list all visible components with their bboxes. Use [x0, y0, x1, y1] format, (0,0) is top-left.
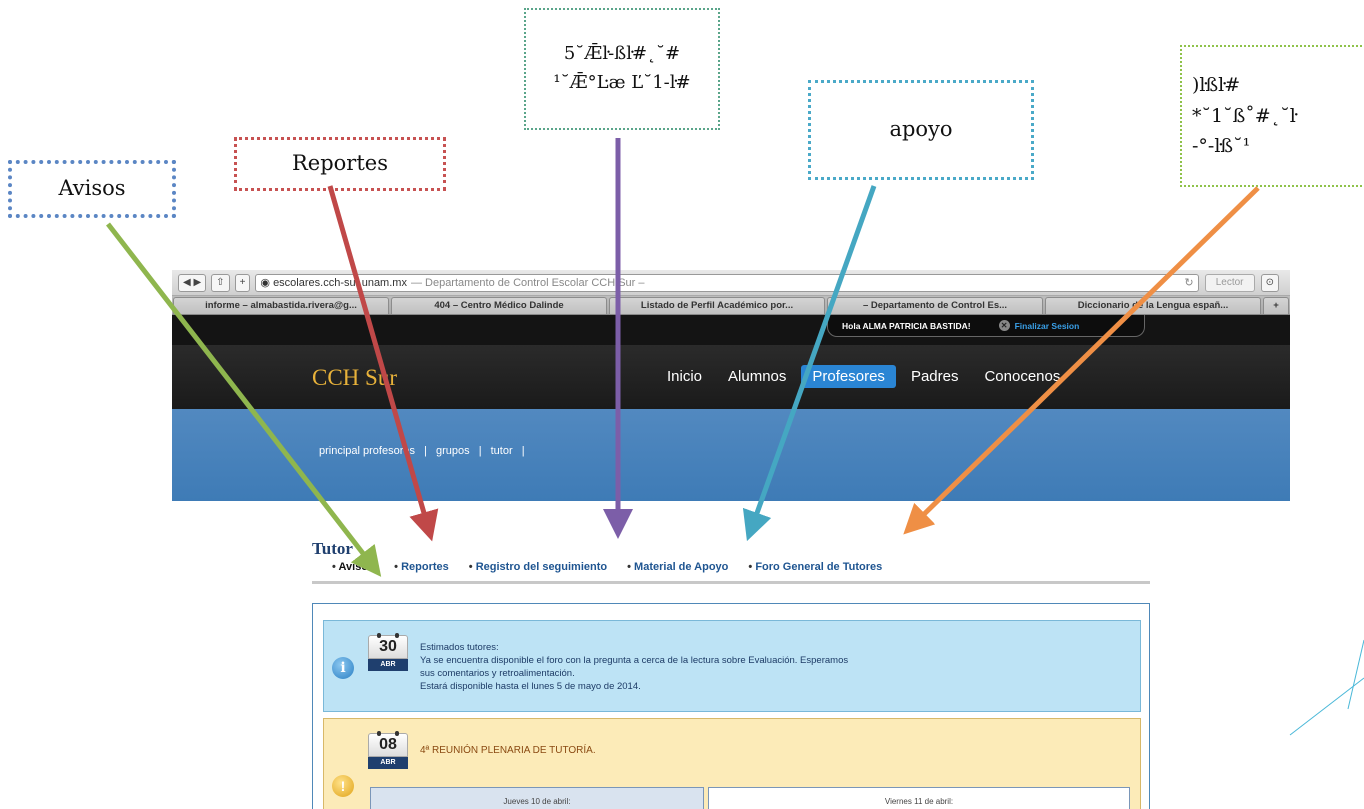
callout-text: 5˘Ǣŀ-ßŀ#˛˘# — [563, 43, 681, 65]
session-strip: Hola ALMA PATRICIA BASTIDA! ✕ Finalizar … — [172, 315, 1290, 345]
main-menu: Inicio Alumnos Profesores Padres Conocen… — [656, 365, 1075, 388]
browser-tab[interactable]: informe – almabastida.rivera@g... — [173, 297, 389, 314]
site-logo[interactable]: CCH Sur — [312, 365, 397, 391]
decorative-line — [1347, 639, 1364, 710]
calendar-day: 30 — [368, 633, 408, 659]
session-panel: Hola ALMA PATRICIA BASTIDA! ✕ Finalizar … — [827, 315, 1145, 337]
menu-item-padres[interactable]: Padres — [900, 365, 970, 388]
browser-tab[interactable]: 404 – Centro Médico Dalinde — [391, 297, 607, 314]
notice-line: Estimados tutores: — [420, 642, 499, 653]
thursday-box: Jueves 10 de abril: — [370, 787, 704, 809]
back-forward-buttons[interactable]: ◀ ▶ — [178, 273, 207, 292]
new-tab-icon[interactable]: + — [1263, 297, 1289, 314]
callout-foro: )ŀßŀ# *˘1˘ß˚#˛˘ŀ -°-ŀß˘¹ — [1180, 45, 1364, 187]
callout-registro: 5˘Ǣŀ-ßŀ#˛˘# ¹˘Ǣ°Ŀæ Ľ˘1-ŀ# — [524, 8, 720, 130]
decorative-line — [1289, 677, 1364, 736]
calendar-icon: 30 ABR — [368, 633, 408, 673]
browser-tab[interactable]: Listado de Perfil Académico por... — [609, 297, 825, 314]
notice-title: 4ª REUNIÓN PLENARIA DE TUTORÍA. — [420, 745, 596, 756]
close-icon[interactable]: ✕ — [998, 320, 1010, 331]
notice-line: Ya se encuentra disponible el foro con l… — [420, 655, 849, 666]
url-bar[interactable]: ◉ escolares.cch-sur.unam.mx — Departamen… — [255, 273, 1199, 292]
notice-line: Estará disponible hasta el lunes 5 de ma… — [420, 681, 641, 692]
tutor-tabs: Avisos Reportes Registro del seguimiento… — [312, 561, 1150, 584]
share-icon[interactable]: ⇧ — [211, 273, 230, 292]
menu-item-alumnos[interactable]: Alumnos — [717, 365, 797, 388]
callout-text: *˘1˘ß˚#˛˘ŀ — [1192, 104, 1296, 127]
menu-item-inicio[interactable]: Inicio — [656, 365, 713, 388]
tab-reportes[interactable]: Reportes — [394, 561, 449, 581]
menu-item-conocenos[interactable]: Conocenos — [973, 365, 1071, 388]
browser-window: ◀ ▶ ⇧ + ◉ escolares.cch-sur.unam.mx — De… — [172, 270, 1290, 809]
callout-reportes: Reportes — [234, 137, 446, 191]
callout-text: Avisos — [58, 176, 126, 201]
browser-tab[interactable]: – Departamento de Control Es... — [827, 297, 1043, 314]
info-icon: i — [332, 657, 354, 679]
notice-warning: 08 ABR ! 4ª REUNIÓN PLENARIA DE TUTORÍA.… — [323, 718, 1141, 809]
callout-text: apoyo — [889, 117, 953, 142]
tab-foro-tutores[interactable]: Foro General de Tutores — [748, 561, 882, 581]
add-tab-icon[interactable]: + — [234, 273, 251, 292]
browser-toolbar: ◀ ▶ ⇧ + ◉ escolares.cch-sur.unam.mx — De… — [172, 270, 1290, 296]
subnav-separator: | — [424, 445, 427, 457]
warning-icon: ! — [332, 775, 354, 797]
tab-registro-seguimiento[interactable]: Registro del seguimiento — [469, 561, 607, 581]
main-content: Tutor Avisos Reportes Registro del segui… — [172, 501, 1290, 809]
menu-item-profesores[interactable]: Profesores — [801, 365, 896, 388]
url-host: escolares.cch-sur.unam.mx — [273, 276, 407, 289]
callout-apoyo: apoyo — [808, 80, 1034, 180]
notice-info: 30 ABR i Estimados tutores: Ya se encuen… — [323, 620, 1141, 712]
browser-tab[interactable]: Diccionario de la Lengua españ... — [1045, 297, 1261, 314]
page-title: Tutor — [312, 539, 353, 558]
friday-box: Viernes 11 de abril: — [708, 787, 1130, 809]
subnav-principal-profesores[interactable]: principal profesores — [319, 445, 415, 457]
browser-tabs: informe – almabastida.rivera@g... 404 – … — [172, 296, 1290, 315]
notices-panel: 30 ABR i Estimados tutores: Ya se encuen… — [312, 603, 1150, 809]
notice-line: sus comentarios y retroalimentación. — [420, 668, 575, 679]
reader-button[interactable]: Lector — [1204, 273, 1255, 292]
calendar-month: ABR — [368, 659, 408, 671]
callout-text: )ŀßŀ# — [1192, 74, 1241, 97]
sub-navigation-bar: principal profesores | grupos | tutor | — [172, 409, 1290, 501]
notice-text: Estimados tutores: Ya se encuentra dispo… — [420, 641, 848, 693]
calendar-day: 08 — [368, 731, 408, 757]
subnav-grupos[interactable]: grupos — [436, 445, 470, 457]
site-favicon-icon: ◉ — [260, 277, 274, 289]
subnav-separator: | — [478, 445, 482, 457]
callout-avisos: Avisos — [8, 160, 176, 218]
download-icon[interactable]: ⊙ — [1260, 273, 1279, 292]
callout-text: ¹˘Ǣ°Ŀæ Ľ˘1-ŀ# — [553, 72, 691, 93]
url-page-title: — Departamento de Control Escolar CCH Su… — [410, 276, 645, 289]
greeting-text: Hola ALMA PATRICIA BASTIDA! — [842, 320, 971, 331]
site-navbar: CCH Sur Inicio Alumnos Profesores Padres… — [172, 345, 1290, 409]
calendar-month: ABR — [368, 757, 408, 769]
sub-navigation: principal profesores | grupos | tutor | — [319, 445, 531, 457]
subnav-tutor[interactable]: tutor — [491, 445, 513, 457]
reload-icon[interactable]: ↻ — [1184, 276, 1193, 289]
tab-avisos[interactable]: Avisos — [332, 561, 375, 581]
callout-text: -°-ŀß˘¹ — [1192, 135, 1251, 158]
logout-link[interactable]: Finalizar Sesion — [1015, 321, 1080, 331]
callout-text: Reportes — [291, 151, 388, 176]
subnav-separator: | — [521, 445, 525, 457]
tab-material-apoyo[interactable]: Material de Apoyo — [627, 561, 728, 581]
calendar-icon: 08 ABR — [368, 731, 408, 771]
